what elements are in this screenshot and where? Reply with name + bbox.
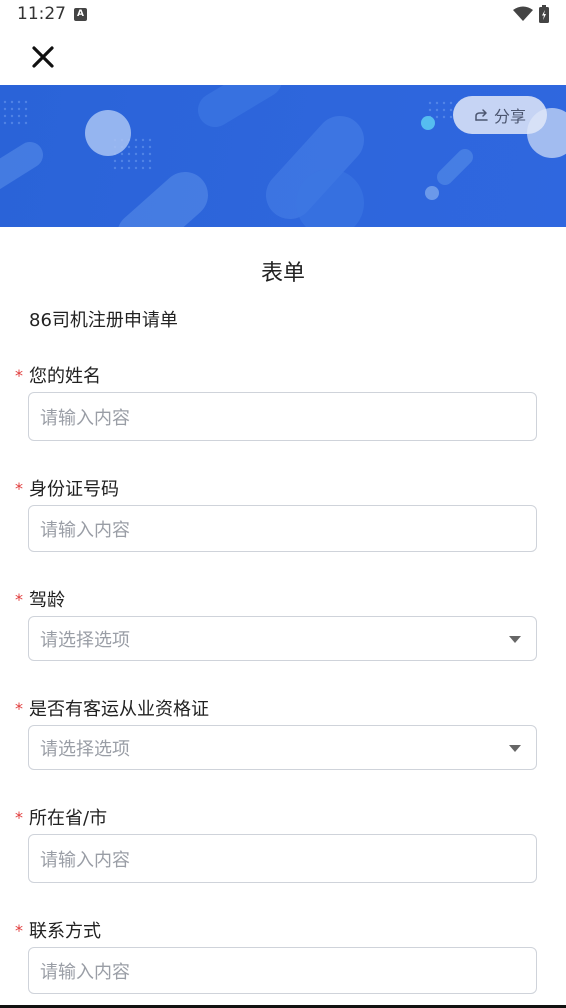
close-icon [32, 46, 54, 68]
wifi-icon [513, 6, 533, 21]
field-label-name: 您的姓名 [29, 366, 101, 387]
required-mark: * [15, 808, 23, 827]
form-title: 表单 [260, 261, 305, 286]
id-number-input-placeholder: 请输入内容 [40, 519, 130, 541]
status-time: 11:27 [17, 4, 66, 24]
dropdown-caret-icon [509, 744, 521, 752]
qualification-select-placeholder: 请选择选项 [40, 738, 130, 760]
required-mark: * [15, 921, 23, 940]
required-mark: * [15, 590, 23, 609]
share-label: 分享 [493, 107, 526, 126]
name-input-placeholder: 请输入内容 [40, 407, 130, 429]
field-label-id-number: 身份证号码 [29, 479, 119, 500]
form-description: 86司机注册申请单 [29, 310, 178, 331]
field-label-qualification: 是否有客运从业资格证 [29, 699, 209, 720]
field-label-driving-years: 驾龄 [29, 590, 65, 611]
contact-input-placeholder: 请输入内容 [40, 961, 130, 983]
required-mark: * [15, 366, 23, 385]
battery-icon [539, 5, 549, 23]
name-input[interactable]: 请输入内容 [28, 392, 537, 441]
close-button[interactable] [28, 42, 58, 72]
contact-input[interactable]: 请输入内容 [28, 947, 537, 994]
id-number-input[interactable]: 请输入内容 [28, 505, 537, 552]
status-bar: 11:27 A [0, 0, 566, 30]
province-city-input[interactable]: 请输入内容 [28, 834, 537, 883]
qualification-select[interactable]: 请选择选项 [28, 725, 537, 770]
top-toolbar [0, 30, 566, 85]
driving-years-select-placeholder: 请选择选项 [40, 629, 130, 651]
dropdown-caret-icon [509, 635, 521, 643]
required-mark: * [15, 479, 23, 498]
notification-a-icon: A [74, 8, 87, 21]
share-button[interactable]: 分享 [453, 96, 547, 134]
required-mark: * [15, 699, 23, 718]
share-icon [475, 109, 488, 121]
header-banner: 分享 [0, 85, 566, 227]
province-city-input-placeholder: 请输入内容 [40, 849, 130, 871]
field-label-contact: 联系方式 [29, 921, 101, 942]
field-label-province-city: 所在省/市 [29, 808, 108, 829]
driving-years-select[interactable]: 请选择选项 [28, 616, 537, 661]
